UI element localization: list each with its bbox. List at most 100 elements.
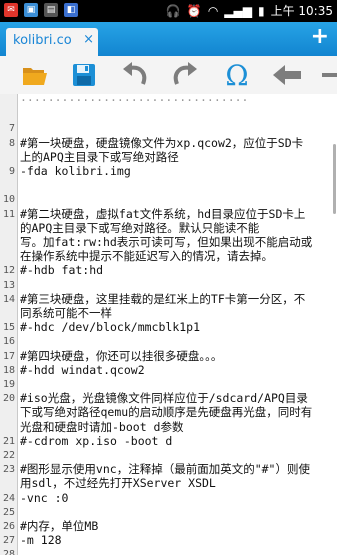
editor-line[interactable]: 在操作系统中提示不能延迟写入的情况，请去掉。 bbox=[0, 249, 337, 263]
editor-line[interactable]: 17 #第四块硬盘，你还可以挂很多硬盘。。。 bbox=[0, 349, 337, 363]
line-number: 13 bbox=[2, 279, 15, 291]
editor-line[interactable]: 上的APQ主目录下或写绝对路径 bbox=[0, 150, 337, 164]
open-folder-button[interactable] bbox=[18, 59, 52, 91]
add-tab-icon[interactable]: + bbox=[311, 22, 329, 52]
headphones-icon: 🎧 bbox=[165, 3, 181, 18]
line-text[interactable]: #第一块硬盘，硬盘镜像文件为xp.qcow2，应位于SD卡 bbox=[20, 136, 334, 150]
line-number: 18 bbox=[2, 364, 15, 376]
redo-button[interactable] bbox=[168, 59, 202, 91]
line-text[interactable]: #-hdd windat.qcow2 bbox=[20, 363, 334, 377]
line-text[interactable]: ································· bbox=[20, 94, 334, 107]
editor-line[interactable]: 9 -fda kolibri.img bbox=[0, 164, 337, 178]
line-text[interactable]: #内存，单位MB bbox=[20, 519, 334, 533]
line-number: 26 bbox=[2, 521, 15, 532]
line-text[interactable]: 光盘和硬盘时请加-boot d参数 bbox=[20, 420, 334, 434]
line-number: 22 bbox=[2, 450, 15, 461]
text-editor[interactable]: ································· 7 8 #第一块硬… bbox=[0, 94, 337, 555]
editor-line[interactable]: 15 #-hdc /dev/block/mmcblk1p1 bbox=[0, 320, 337, 334]
editor-line[interactable]: 28 bbox=[0, 547, 337, 555]
file-tab[interactable]: kolibri.co × bbox=[6, 28, 98, 56]
line-number: 12 bbox=[2, 265, 15, 277]
line-text[interactable]: -vnc :0 bbox=[20, 491, 334, 505]
line-text[interactable]: 在操作系统中提示不能延迟写入的情况，请去掉。 bbox=[20, 249, 334, 263]
line-number: 20 bbox=[2, 393, 15, 405]
editor-line[interactable]: 光盘和硬盘时请加-boot d参数 bbox=[0, 420, 337, 434]
editor-line[interactable]: 19 bbox=[0, 377, 337, 391]
line-number: 25 bbox=[2, 506, 15, 518]
scrollbar[interactable] bbox=[333, 144, 336, 214]
line-text[interactable]: #第四块硬盘，你还可以挂很多硬盘。。。 bbox=[20, 349, 334, 363]
line-text[interactable]: 上的APQ主目录下或写绝对路径 bbox=[20, 150, 334, 164]
line-text[interactable]: 同系统可能不一样 bbox=[20, 306, 334, 320]
save-icon bbox=[73, 64, 95, 86]
dash-icon bbox=[322, 73, 337, 77]
editor-line[interactable]: 10 bbox=[0, 192, 337, 206]
editor-line[interactable]: 13 bbox=[0, 278, 337, 292]
editor-line[interactable]: 写。加fat:rw:hd表示可读可写，但如果出现不能启动或 bbox=[0, 235, 337, 249]
arrow-left-icon bbox=[273, 65, 301, 85]
line-number: 24 bbox=[2, 492, 15, 504]
line-text[interactable]: #-hdb fat:hd bbox=[20, 263, 334, 277]
editor-line[interactable]: 下或写绝对路径qemu的启动顺序是先硬盘再光盘，同时有 bbox=[0, 405, 337, 419]
undo-button[interactable] bbox=[118, 59, 152, 91]
editor-line[interactable]: 14 #第三块硬盘，这里挂载的是红米上的TF卡第一分区，不 bbox=[0, 292, 337, 306]
line-text[interactable]: -fda kolibri.img bbox=[20, 164, 334, 178]
editor-line[interactable]: 12 #-hdb fat:hd bbox=[0, 263, 337, 277]
editor-line[interactable]: 18 #-hdd windat.qcow2 bbox=[0, 363, 337, 377]
line-number: 14 bbox=[2, 293, 15, 305]
editor-line[interactable]: 27 -m 128 bbox=[0, 533, 337, 547]
line-number: 16 bbox=[2, 336, 15, 348]
line-number: 11 bbox=[2, 208, 15, 220]
editor-line[interactable]: 20 #iso光盘，光盘镜像文件同样应位于/sdcard/APQ目录 bbox=[0, 391, 337, 405]
arrow-left-button[interactable] bbox=[270, 59, 304, 91]
line-text[interactable]: 的APQ主目录下或写绝对路径。默认只能读不能 bbox=[20, 221, 334, 235]
editor-line[interactable]: 的APQ主目录下或写绝对路径。默认只能读不能 bbox=[0, 221, 337, 235]
line-text[interactable]: 写。加fat:rw:hd表示可读可写，但如果出现不能启动或 bbox=[20, 235, 334, 249]
line-text[interactable]: #图形显示使用vnc，注释掉（最前面加英文的"#"）则使 bbox=[20, 462, 334, 476]
line-number: 21 bbox=[2, 435, 15, 447]
editor-line[interactable]: 25 bbox=[0, 505, 337, 519]
editor-line[interactable]: 16 bbox=[0, 334, 337, 348]
line-number: 28 bbox=[2, 549, 15, 555]
editor-line[interactable]: 26 #内存，单位MB bbox=[0, 519, 337, 533]
alarm-icon: ⏰ bbox=[186, 3, 202, 18]
editor-line[interactable]: 同系统可能不一样 bbox=[0, 306, 337, 320]
editor-line[interactable]: 8 #第一块硬盘，硬盘镜像文件为xp.qcow2，应位于SD卡 bbox=[0, 136, 337, 150]
status-indicators: 🎧 ⏰ ◠ ▂▄▆ ▮ 上午 10:35 bbox=[166, 2, 333, 19]
editor-line[interactable]: 用sdl，不过经先打开XServer XSDL bbox=[0, 476, 337, 490]
line-text[interactable]: 用sdl，不过经先打开XServer XSDL bbox=[20, 476, 334, 490]
more-toolbar-button[interactable] bbox=[318, 59, 337, 91]
line-text[interactable]: -m 128 bbox=[20, 533, 334, 547]
toolbar: Ω bbox=[0, 56, 337, 95]
line-text[interactable]: #-hdc /dev/block/mmcblk1p1 bbox=[20, 320, 334, 334]
status-bar: ✉ ▣ ▤ ◧ 🎧 ⏰ ◠ ▂▄▆ ▮ 上午 10:35 bbox=[0, 0, 337, 22]
line-number: 19 bbox=[2, 379, 15, 390]
tab-title[interactable]: kolibri.co bbox=[13, 33, 72, 48]
editor-line[interactable]: 7 bbox=[0, 121, 337, 135]
line-number: 15 bbox=[2, 322, 15, 334]
line-text[interactable]: #-cdrom xp.iso -boot d bbox=[20, 434, 334, 448]
omega-icon[interactable]: Ω bbox=[220, 59, 254, 92]
editor-line[interactable]: 22 bbox=[0, 448, 337, 462]
editor-line[interactable] bbox=[0, 178, 337, 192]
editor-line[interactable]: 23 #图形显示使用vnc，注释掉（最前面加英文的"#"）则使 bbox=[0, 462, 337, 476]
editor-line[interactable] bbox=[0, 107, 337, 121]
editor-line[interactable]: 24 -vnc :0 bbox=[0, 491, 337, 505]
editor-line[interactable]: 21 #-cdrom xp.iso -boot d bbox=[0, 434, 337, 448]
line-number: 8 bbox=[8, 137, 15, 149]
line-number: 17 bbox=[2, 350, 15, 362]
undo-icon bbox=[123, 62, 147, 85]
line-text[interactable]: #iso光盘，光盘镜像文件同样应位于/sdcard/APQ目录 bbox=[20, 391, 334, 405]
save-button[interactable] bbox=[67, 59, 101, 91]
editor-line[interactable]: ································· bbox=[0, 94, 337, 107]
close-icon[interactable]: × bbox=[83, 32, 94, 47]
editor-line[interactable]: 11 #第二块硬盘，虚拟fat文件系统，hd目录应位于SD卡上 bbox=[0, 207, 337, 221]
line-text[interactable]: 下或写绝对路径qemu的启动顺序是先硬盘再光盘，同时有 bbox=[20, 405, 334, 419]
line-text[interactable]: #第三块硬盘，这里挂载的是红米上的TF卡第一分区，不 bbox=[20, 292, 334, 306]
redo-icon bbox=[173, 62, 197, 85]
line-text[interactable]: #第二块硬盘，虚拟fat文件系统，hd目录应位于SD卡上 bbox=[20, 207, 334, 221]
notification-3-icon: ▤ bbox=[44, 3, 58, 17]
wifi-icon: ◠ bbox=[207, 3, 219, 18]
line-number: 27 bbox=[2, 535, 15, 547]
signal-icon: ▂▄▆ bbox=[224, 3, 252, 18]
